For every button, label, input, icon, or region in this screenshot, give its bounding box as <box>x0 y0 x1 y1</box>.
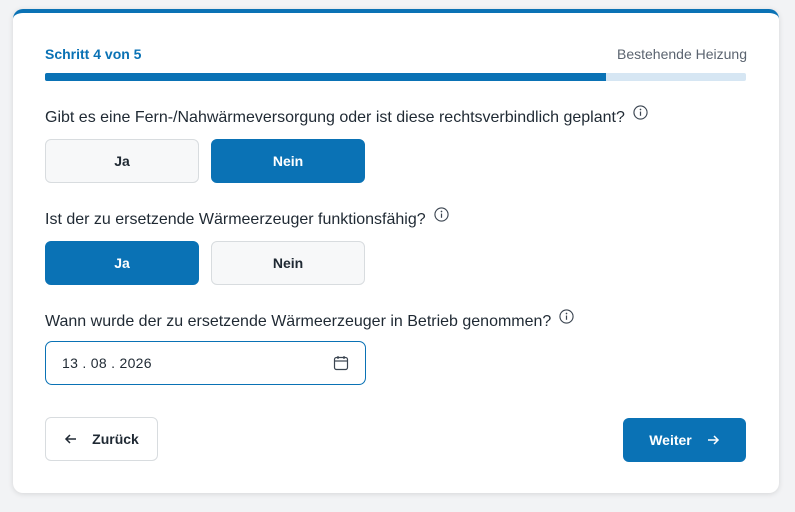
functional-options: Ja Nein <box>45 241 365 285</box>
functional-no-button[interactable]: Nein <box>211 241 365 285</box>
question-commissioning-date: Wann wurde der zu ersetzende Wärmeerzeug… <box>45 308 574 331</box>
progress-bar-fill <box>45 73 606 81</box>
commissioning-date-input[interactable]: 13 . 08 . 2026 <box>45 341 366 385</box>
info-icon[interactable] <box>559 308 574 324</box>
calendar-icon[interactable] <box>333 355 349 371</box>
district-heating-yes-button[interactable]: Ja <box>45 139 199 183</box>
step-indicator: Schritt 4 von 5 <box>45 46 142 62</box>
form-card: Schritt 4 von 5 Bestehende Heizung Gibt … <box>13 9 779 493</box>
question-label: Ist der zu ersetzende Wärmeerzeuger funk… <box>45 211 426 228</box>
arrow-left-icon <box>64 432 78 446</box>
district-heating-no-button[interactable]: Nein <box>211 139 365 183</box>
functional-yes-button[interactable]: Ja <box>45 241 199 285</box>
next-button-label: Weiter <box>649 432 692 448</box>
district-heating-options: Ja Nein <box>45 139 365 183</box>
date-value: 13 . 08 . 2026 <box>62 355 152 371</box>
question-label: Gibt es eine Fern-/Nahwärmeversorgung od… <box>45 109 625 126</box>
progress-bar <box>45 73 746 81</box>
step-header: Schritt 4 von 5 Bestehende Heizung <box>45 46 747 62</box>
question-district-heating: Gibt es eine Fern-/Nahwärmeversorgung od… <box>45 104 648 127</box>
arrow-right-icon <box>706 433 720 447</box>
question-functional: Ist der zu ersetzende Wärmeerzeuger funk… <box>45 206 449 229</box>
back-button-label: Zurück <box>92 431 139 447</box>
question-label: Wann wurde der zu ersetzende Wärmeerzeug… <box>45 313 552 330</box>
next-button[interactable]: Weiter <box>623 418 746 462</box>
step-title: Bestehende Heizung <box>617 46 747 62</box>
info-icon[interactable] <box>434 206 449 222</box>
info-icon[interactable] <box>633 104 648 120</box>
back-button[interactable]: Zurück <box>45 417 158 461</box>
